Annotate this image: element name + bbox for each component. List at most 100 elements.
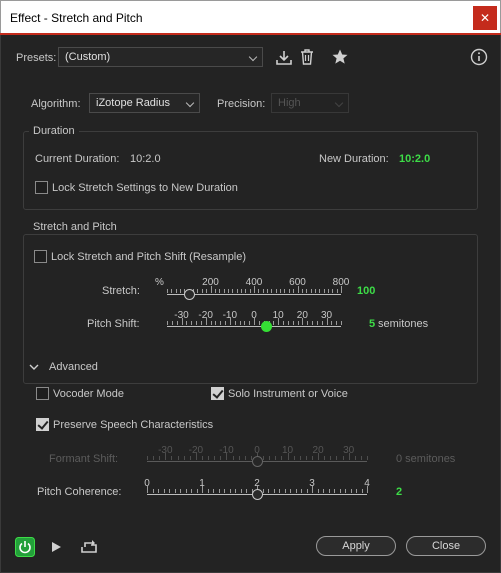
slider-major-tick bbox=[326, 318, 328, 325]
slider-minor-tick bbox=[263, 456, 265, 460]
slider-minor-tick bbox=[249, 289, 251, 293]
stretch-value[interactable]: 100 bbox=[357, 285, 375, 297]
slider-minor-tick bbox=[317, 489, 319, 493]
slider-minor-tick bbox=[321, 321, 323, 325]
slider-minor-tick bbox=[180, 289, 182, 293]
slider-minor-tick bbox=[147, 456, 148, 460]
slider-minor-tick bbox=[244, 456, 246, 460]
apply-button[interactable]: Apply bbox=[316, 536, 396, 556]
slider-minor-tick bbox=[283, 321, 284, 325]
chevron-down-icon[interactable] bbox=[29, 363, 39, 371]
slider-minor-tick bbox=[185, 489, 187, 493]
stretch-pitch-group-title: Stretch and Pitch bbox=[29, 221, 121, 233]
solo-instrument-checkbox[interactable] bbox=[211, 387, 224, 400]
close-button[interactable]: Close bbox=[406, 536, 486, 556]
slider-minor-tick bbox=[312, 456, 313, 460]
presets-label: Presets: bbox=[16, 52, 57, 64]
stretch-label: Stretch: bbox=[102, 285, 140, 297]
precision-label: Precision: bbox=[217, 98, 266, 110]
info-icon[interactable] bbox=[470, 48, 488, 66]
slider-minor-tick bbox=[328, 489, 330, 493]
slider-minor-tick bbox=[225, 321, 226, 325]
slider-minor-tick bbox=[176, 321, 178, 325]
slider-minor-tick bbox=[169, 489, 170, 493]
slider-minor-tick bbox=[220, 456, 222, 460]
slider-minor-tick bbox=[280, 289, 282, 293]
pitch-coherence-slider[interactable] bbox=[147, 484, 368, 504]
title-bar: Effect - Stretch and Pitch ✕ bbox=[0, 0, 501, 33]
vocoder-mode-checkbox[interactable] bbox=[36, 387, 49, 400]
advanced-toggle[interactable]: Advanced bbox=[49, 361, 98, 373]
slider-major-tick bbox=[202, 486, 203, 493]
precision-dropdown: High bbox=[271, 93, 349, 113]
close-window-button[interactable]: ✕ bbox=[473, 6, 497, 30]
slider-minor-tick bbox=[167, 289, 168, 293]
slider-minor-tick bbox=[312, 321, 313, 325]
slider-minor-tick bbox=[262, 289, 264, 293]
slider-minor-tick bbox=[342, 456, 344, 460]
slider-minor-tick bbox=[240, 489, 242, 493]
trash-icon[interactable] bbox=[299, 48, 315, 66]
slider-major-tick bbox=[254, 286, 255, 293]
slider-minor-tick bbox=[367, 456, 368, 460]
slider-major-tick bbox=[147, 486, 148, 493]
slider-minor-tick bbox=[206, 289, 208, 293]
slider-minor-tick bbox=[152, 489, 154, 493]
stretch-slider[interactable] bbox=[167, 284, 342, 304]
slider-minor-tick bbox=[223, 289, 225, 293]
new-duration-value[interactable]: 10:2.0 bbox=[399, 153, 430, 165]
slider-minor-tick bbox=[324, 456, 326, 460]
current-duration-label: Current Duration: bbox=[35, 153, 120, 165]
slider-minor-tick bbox=[306, 489, 308, 493]
presets-dropdown[interactable]: (Custom) bbox=[58, 47, 263, 67]
slider-minor-tick bbox=[232, 456, 234, 460]
pitch-shift-value[interactable]: 5 bbox=[369, 318, 375, 330]
slider-minor-tick bbox=[316, 321, 318, 325]
slider-minor-tick bbox=[307, 321, 309, 325]
algorithm-dropdown[interactable]: iZotope Radius bbox=[89, 93, 200, 113]
solo-instrument-label: Solo Instrument or Voice bbox=[228, 388, 348, 400]
play-icon[interactable] bbox=[49, 540, 63, 554]
slider-minor-tick bbox=[240, 289, 242, 293]
formant-shift-value: 0 semitones bbox=[396, 453, 456, 465]
slider-minor-tick bbox=[273, 489, 275, 493]
slider-minor-tick bbox=[279, 489, 280, 493]
star-icon[interactable] bbox=[331, 48, 349, 66]
slider-minor-tick bbox=[354, 456, 356, 460]
slider-minor-tick bbox=[301, 289, 303, 293]
pitch-shift-label: Pitch Shift: bbox=[87, 318, 140, 330]
slider-minor-tick bbox=[284, 489, 286, 493]
slider-minor-tick bbox=[175, 289, 177, 293]
slider-thumb[interactable] bbox=[183, 289, 195, 300]
slider-minor-tick bbox=[339, 489, 341, 493]
slider-thumb[interactable] bbox=[261, 321, 273, 332]
slider-minor-tick bbox=[336, 321, 338, 325]
pitch-shift-slider[interactable] bbox=[167, 316, 342, 336]
slider-major-tick bbox=[302, 318, 304, 325]
lock-stretch-pitch-checkbox[interactable] bbox=[34, 250, 47, 263]
slider-minor-tick bbox=[350, 489, 352, 493]
slider-minor-tick bbox=[235, 489, 236, 493]
lock-stretch-duration-checkbox[interactable] bbox=[35, 181, 48, 194]
preserve-speech-checkbox[interactable] bbox=[36, 418, 49, 431]
slider-minor-tick bbox=[191, 489, 192, 493]
slider-minor-tick bbox=[275, 289, 277, 293]
slider-thumb[interactable] bbox=[252, 489, 263, 500]
save-preset-icon[interactable] bbox=[275, 49, 293, 67]
power-toggle-icon[interactable] bbox=[15, 537, 35, 557]
slider-minor-tick bbox=[171, 456, 173, 460]
slider-minor-tick bbox=[153, 456, 155, 460]
slider-minor-tick bbox=[218, 489, 220, 493]
slider-minor-tick bbox=[356, 489, 357, 493]
slider-track[interactable] bbox=[167, 326, 341, 327]
loop-playback-icon[interactable] bbox=[80, 538, 98, 554]
formant-shift-label: Formant Shift: bbox=[49, 453, 119, 465]
slider-minor-tick bbox=[196, 321, 197, 325]
slider-major-tick bbox=[312, 486, 313, 493]
slider-minor-tick bbox=[215, 321, 217, 325]
slider-minor-tick bbox=[301, 489, 302, 493]
slider-minor-tick bbox=[331, 321, 333, 325]
stretch-unit-label: % bbox=[155, 277, 164, 288]
slider-minor-tick bbox=[207, 489, 209, 493]
pitch-coherence-value[interactable]: 2 bbox=[396, 486, 402, 498]
